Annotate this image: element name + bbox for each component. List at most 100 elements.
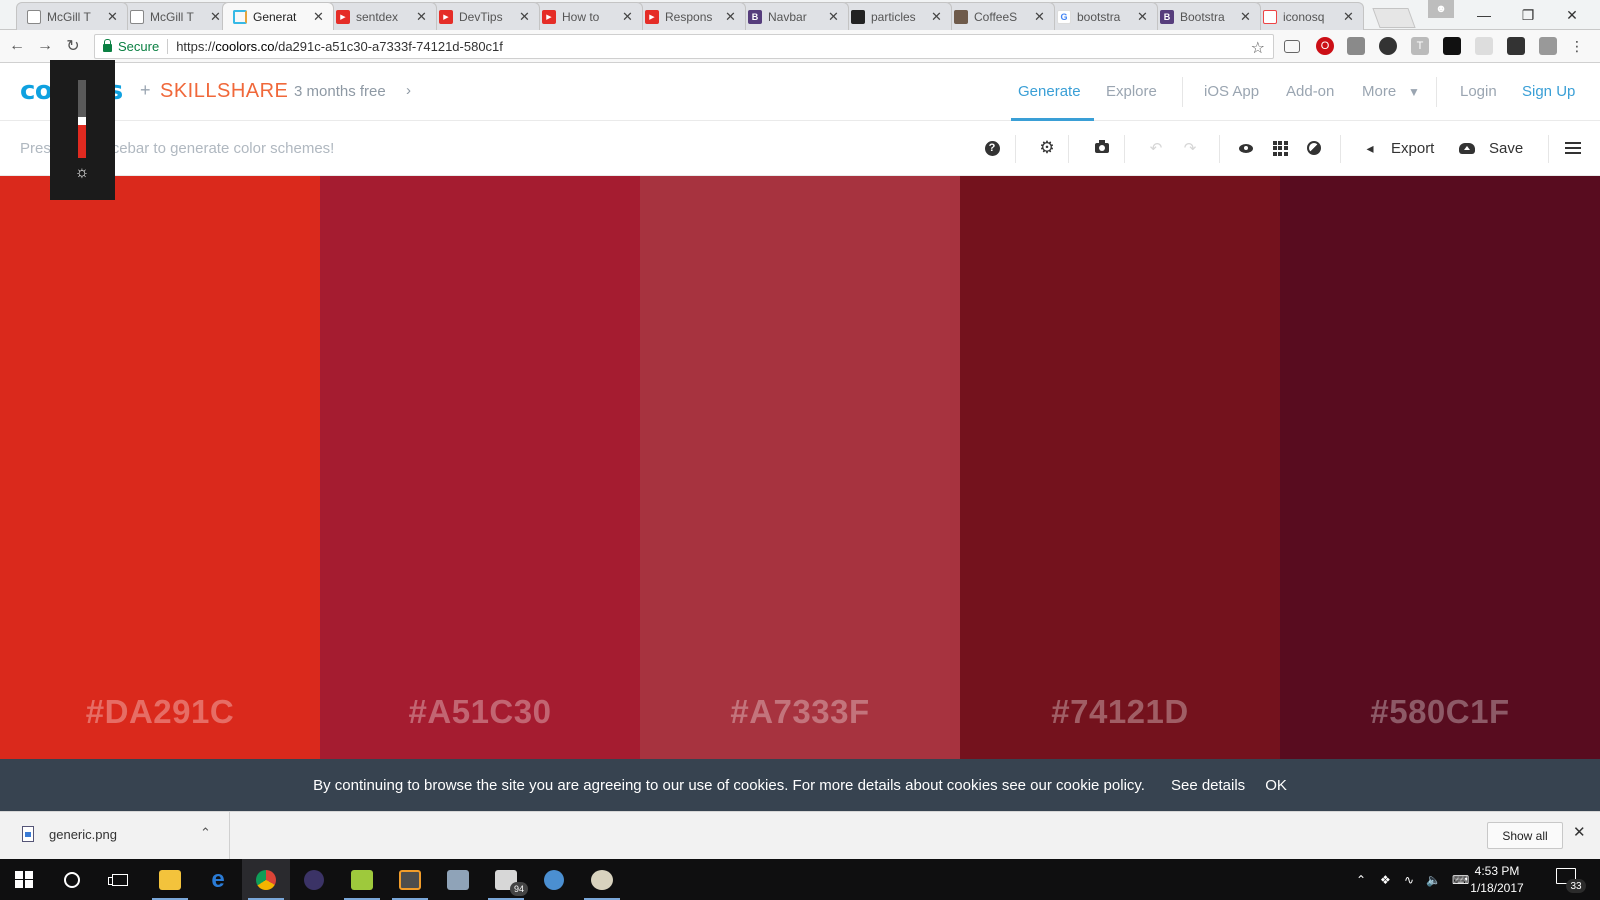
cookie-ok-button[interactable]: OK bbox=[1265, 777, 1287, 794]
extension-circle-icon[interactable] bbox=[1379, 37, 1397, 55]
eclipse-icon[interactable] bbox=[290, 859, 338, 900]
swatch-hex-label[interactable]: #DA291C bbox=[0, 693, 320, 731]
chrome-menu-icon[interactable]: ⋮ bbox=[1568, 37, 1586, 55]
menu-hamburger-icon[interactable] bbox=[1562, 137, 1584, 159]
browser-tab[interactable]: B Bootstra ✕ bbox=[1149, 2, 1261, 30]
edge-browser-icon[interactable]: e bbox=[194, 859, 242, 900]
tab-close-icon[interactable]: ✕ bbox=[1034, 9, 1046, 25]
nav-generate[interactable]: Generate bbox=[1018, 83, 1081, 100]
color-swatch[interactable]: #74121D bbox=[960, 176, 1280, 759]
close-window-icon[interactable]: ✕ bbox=[1550, 0, 1594, 30]
tab-close-icon[interactable]: ✕ bbox=[416, 9, 428, 25]
browser-tab[interactable]: particles ✕ bbox=[840, 2, 952, 30]
opera-extension-icon[interactable]: O bbox=[1316, 37, 1334, 55]
nav-add-on[interactable]: Add-on bbox=[1286, 83, 1334, 100]
tab-close-icon[interactable]: ✕ bbox=[1137, 9, 1149, 25]
chrome-taskbar-icon[interactable] bbox=[242, 859, 290, 900]
browser-tab[interactable]: iconosq ✕ bbox=[1252, 2, 1364, 30]
file-explorer-icon[interactable] bbox=[146, 859, 194, 900]
promo-text[interactable]: 3 months free bbox=[294, 83, 386, 100]
paint-icon[interactable] bbox=[578, 859, 626, 900]
extension-bird-icon[interactable] bbox=[1443, 37, 1461, 55]
nav-explore[interactable]: Explore bbox=[1106, 83, 1157, 100]
tab-close-icon[interactable]: ✕ bbox=[828, 9, 840, 25]
minimize-icon[interactable]: — bbox=[1462, 0, 1506, 30]
wifi-icon[interactable]: ∿ bbox=[1404, 859, 1414, 900]
redo-icon[interactable]: ↷ bbox=[1179, 137, 1201, 159]
export-button[interactable]: Export bbox=[1391, 140, 1434, 157]
color-swatch[interactable]: #A51C30 bbox=[320, 176, 640, 759]
grid-view-icon[interactable] bbox=[1269, 137, 1291, 159]
save-button[interactable]: Save bbox=[1489, 140, 1523, 157]
forward-icon[interactable]: → bbox=[34, 35, 56, 57]
cloud-upload-icon[interactable] bbox=[1456, 137, 1478, 159]
extension-lock-icon[interactable] bbox=[1507, 37, 1525, 55]
browser-tab[interactable]: B Navbar ✕ bbox=[737, 2, 849, 30]
remote-desktop-icon[interactable] bbox=[434, 859, 482, 900]
tab-close-icon[interactable]: ✕ bbox=[519, 9, 531, 25]
tab-close-icon[interactable]: ✕ bbox=[622, 9, 634, 25]
screen-extension-icon[interactable] bbox=[1347, 37, 1365, 55]
notepad-plus-icon[interactable] bbox=[338, 859, 386, 900]
swatch-hex-label[interactable]: #A51C30 bbox=[320, 693, 640, 731]
chevron-down-icon[interactable]: ▼ bbox=[1408, 85, 1420, 99]
settings-gear-icon[interactable]: ⚙ bbox=[1036, 137, 1058, 159]
chevron-right-icon[interactable]: › bbox=[406, 82, 411, 99]
address-bar[interactable]: Secure https://coolors.co/da291c-a51c30-… bbox=[94, 34, 1274, 59]
back-icon[interactable]: ← bbox=[6, 35, 28, 57]
nav-ios-app[interactable]: iOS App bbox=[1204, 83, 1259, 100]
tab-close-icon[interactable]: ✕ bbox=[1343, 9, 1355, 25]
download-filename[interactable]: generic.png bbox=[49, 827, 117, 842]
system-clock[interactable]: 4:53 PM 1/18/2017 bbox=[1464, 863, 1530, 897]
restore-icon[interactable]: ❐ bbox=[1506, 0, 1550, 30]
browser-tab[interactable]: ▶ Respons ✕ bbox=[634, 2, 746, 30]
browser-tab[interactable]: McGill T ✕ bbox=[16, 2, 128, 30]
color-swatch[interactable]: #A7333F bbox=[640, 176, 960, 759]
show-all-button[interactable]: Show all bbox=[1487, 822, 1563, 849]
task-view-icon[interactable] bbox=[96, 859, 144, 900]
browser-globe-icon[interactable] bbox=[530, 859, 578, 900]
adjust-contrast-icon[interactable] bbox=[1303, 137, 1325, 159]
undo-icon[interactable]: ↶ bbox=[1145, 137, 1167, 159]
browser-tab[interactable]: ▶ How to ✕ bbox=[531, 2, 643, 30]
cortana-search-icon[interactable] bbox=[48, 859, 96, 900]
browser-tab[interactable]: CoffeeS ✕ bbox=[943, 2, 1055, 30]
cookie-see-details-link[interactable]: See details bbox=[1171, 777, 1245, 794]
brightness-slider[interactable] bbox=[78, 80, 86, 158]
volume-muted-icon[interactable]: 🔈 bbox=[1426, 859, 1441, 900]
swatch-hex-label[interactable]: #74121D bbox=[960, 693, 1280, 731]
swatch-hex-label[interactable]: #580C1F bbox=[1280, 693, 1600, 731]
sublime-text-icon[interactable] bbox=[386, 859, 434, 900]
tab-close-icon[interactable]: ✕ bbox=[725, 9, 737, 25]
camera-icon[interactable] bbox=[1091, 137, 1113, 159]
color-swatch[interactable]: #580C1F bbox=[1280, 176, 1600, 759]
extension-t-icon[interactable]: T bbox=[1411, 37, 1429, 55]
login-link[interactable]: Login bbox=[1460, 83, 1497, 100]
bookmark-star-icon[interactable]: ☆ bbox=[1251, 38, 1265, 58]
extension-off-icon[interactable] bbox=[1539, 37, 1557, 55]
tab-close-icon[interactable]: ✕ bbox=[1240, 9, 1252, 25]
profile-icon[interactable]: ☻ bbox=[1428, 0, 1454, 18]
help-icon[interactable]: ? bbox=[981, 137, 1003, 159]
close-downloads-icon[interactable]: ✕ bbox=[1573, 823, 1586, 841]
windows-start-icon[interactable] bbox=[0, 859, 48, 900]
browser-tab[interactable]: McGill T ✕ bbox=[119, 2, 231, 30]
signup-link[interactable]: Sign Up bbox=[1522, 83, 1575, 100]
url-text[interactable]: https://coolors.co/da291c-a51c30-a7333f-… bbox=[176, 39, 503, 54]
browser-tab[interactable]: ▶ sentdex ✕ bbox=[325, 2, 437, 30]
cast-icon[interactable] bbox=[1284, 40, 1300, 53]
skillshare-logo[interactable]: SKILLSHARE bbox=[160, 80, 288, 103]
tab-close-icon[interactable]: ✕ bbox=[931, 9, 943, 25]
tab-close-icon[interactable]: ✕ bbox=[107, 9, 119, 25]
browser-tab[interactable]: Generat ✕ bbox=[222, 2, 334, 30]
browser-tab[interactable]: ▶ DevTips ✕ bbox=[428, 2, 540, 30]
new-tab-button[interactable] bbox=[1372, 8, 1416, 28]
show-hidden-icons-icon[interactable]: ⌃ bbox=[1356, 859, 1366, 900]
swatch-hex-label[interactable]: #A7333F bbox=[640, 693, 960, 731]
extension-page-icon[interactable] bbox=[1475, 37, 1493, 55]
share-icon[interactable]: ◂ bbox=[1359, 137, 1381, 159]
mail-icon[interactable]: 94 bbox=[482, 859, 530, 900]
browser-tab[interactable]: Gbootstra ✕ bbox=[1046, 2, 1158, 30]
color-swatch[interactable]: #DA291C bbox=[0, 176, 320, 759]
brightness-thumb[interactable] bbox=[78, 117, 86, 125]
